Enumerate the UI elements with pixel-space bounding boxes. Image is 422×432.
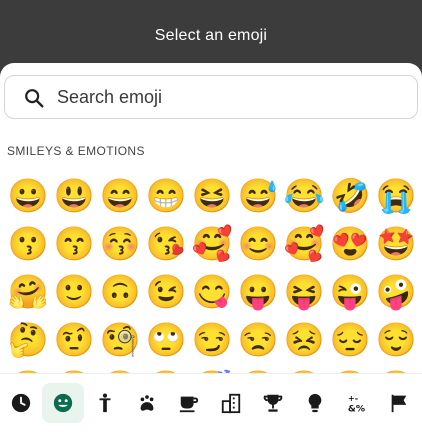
food-tab[interactable] (168, 383, 210, 423)
symbols-tab[interactable]: +- &% (336, 383, 378, 423)
emoji-button[interactable]: 😗 (5, 219, 51, 267)
building-icon (220, 392, 242, 414)
paw-icon (136, 392, 158, 414)
emoji-button[interactable]: 🥰 (189, 219, 235, 267)
smileys-tab[interactable] (42, 383, 84, 423)
emoji-button[interactable]: 🥰 (281, 219, 327, 267)
dialog-header: Select an emoji (0, 0, 422, 64)
emoji-button[interactable]: 😒 (235, 315, 281, 363)
emoji-button[interactable]: 😅 (235, 171, 281, 219)
objects-tab[interactable] (294, 383, 336, 423)
emoji-button[interactable]: 😋 (189, 267, 235, 315)
emoji-button[interactable]: 🧐 (97, 315, 143, 363)
activities-tab[interactable] (252, 383, 294, 423)
emoji-button[interactable]: 😚 (97, 219, 143, 267)
person-icon (94, 392, 116, 414)
symbols-icon: +- &% (346, 392, 368, 414)
animals-tab[interactable] (126, 383, 168, 423)
emoji-button[interactable]: 🙃 (97, 267, 143, 315)
flag-icon (388, 392, 410, 414)
emoji-picker-sheet: Search emoji SMILEYS & EMOTIONS 😀 😃 😄 😁 😆 😅 😂 🤣… (0, 63, 422, 432)
emoji-button[interactable]: 😄 (97, 171, 143, 219)
emoji-button[interactable]: 🤩 (373, 219, 419, 267)
clock-icon (10, 392, 32, 414)
emoji-button[interactable]: 😊 (235, 219, 281, 267)
emoji-button[interactable]: 🙄 (143, 315, 189, 363)
emoji-button[interactable]: 😙 (51, 219, 97, 267)
emoji-button[interactable]: 😁 (143, 171, 189, 219)
emoji-button[interactable]: 😌 (373, 315, 419, 363)
emoji-button[interactable]: 😣 (281, 315, 327, 363)
emoji-button[interactable]: 😏 (189, 315, 235, 363)
section-title: SMILEYS & EMOTIONS (7, 144, 145, 158)
recent-tab[interactable] (0, 383, 42, 423)
smiley-icon (52, 392, 74, 414)
travel-tab[interactable] (210, 383, 252, 423)
people-tab[interactable] (84, 383, 126, 423)
emoji-button[interactable]: 😝 (281, 267, 327, 315)
emoji-button[interactable]: 🙂 (51, 267, 97, 315)
trophy-icon (262, 392, 284, 414)
emoji-button[interactable]: 😀 (5, 171, 51, 219)
emoji-button[interactable]: 😍 (327, 219, 373, 267)
search-icon (25, 89, 44, 108)
emoji-button[interactable]: 🤪 (373, 267, 419, 315)
lightbulb-icon (304, 392, 326, 414)
emoji-button[interactable]: 😂 (281, 171, 327, 219)
emoji-button[interactable]: 😆 (189, 171, 235, 219)
emoji-button[interactable]: 😃 (51, 171, 97, 219)
emoji-button[interactable]: 🤨 (51, 315, 97, 363)
emoji-button[interactable]: 🤗 (5, 267, 51, 315)
flags-tab[interactable] (378, 383, 420, 423)
emoji-button[interactable]: 😭 (373, 171, 419, 219)
dialog-title: Select an emoji (154, 27, 268, 44)
search-input[interactable]: Search emoji (4, 75, 418, 119)
category-tab-bar: +- &% (0, 373, 422, 432)
emoji-button[interactable]: 😛 (235, 267, 281, 315)
search-placeholder: Search emoji (57, 87, 163, 107)
emoji-button[interactable]: 🤣 (327, 171, 373, 219)
svg-text:&%: &% (348, 403, 365, 414)
emoji-button[interactable]: 🤔 (5, 315, 51, 363)
cup-icon (178, 392, 200, 414)
emoji-button[interactable]: 😘 (143, 219, 189, 267)
svg-text:+-: +- (348, 393, 358, 403)
emoji-button[interactable]: 😜 (327, 267, 373, 315)
emoji-button[interactable]: 😔 (327, 315, 373, 363)
emoji-button[interactable]: 😉 (143, 267, 189, 315)
